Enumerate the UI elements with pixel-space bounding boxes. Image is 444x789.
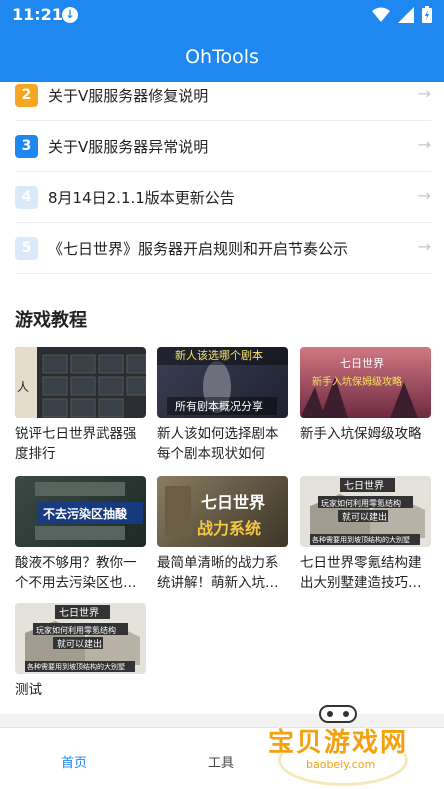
arrow-right-icon: → [417,135,431,154]
news-title: 关于V服服务器修复说明 [48,87,209,105]
thumb-text: 所有剧本概况分享 [175,399,263,413]
section-title: 游戏教程 [15,310,87,331]
watermark-logo: 宝贝游戏网 baobeiy.com [268,700,418,789]
tab-tools[interactable]: 工具 [208,752,234,771]
thumb-text: 新手入坑保姆级攻略 [312,375,402,388]
system-icons [372,6,432,23]
news-item[interactable]: 2 关于V服服务器修复说明 → [15,82,431,121]
card-thumbnail: 新人该选哪个剧本 所有剧本概况分享 [157,347,288,418]
status-bar: 11:21 ↓ [0,0,444,30]
tutorial-card[interactable]: 七日世界 玩家如何利用零氪结构 就可以建出 各种需要用到坡顶结构的大别墅 七日世… [300,476,431,593]
tutorial-card[interactable]: 新人该选哪个剧本 所有剧本概况分享 新人该如何选择剧本每个剧本现状如何 [157,347,288,464]
rank-badge: 3 [15,135,38,158]
tutorial-card[interactable]: 不去污染区抽酸 酸液不够用？教你一个不用去污染区也… [15,476,146,593]
news-item[interactable]: 3 关于V服服务器异常说明 → [15,121,431,172]
wifi-icon [372,7,390,22]
card-caption: 新人该如何选择剧本每个剧本现状如何 [157,426,279,462]
card-thumbnail: 七日世界 玩家如何利用零氪结构 就可以建出 各种需要用到坡顶结构的大别墅 [300,476,431,547]
card-thumbnail: 不去污染区抽酸 [15,476,146,547]
thumb-text: 不去污染区抽酸 [43,506,128,521]
signal-icon [398,6,414,23]
thumb-text: 战力系统 [197,519,261,538]
arrow-right-icon: → [417,237,431,256]
app-title: OhTools [185,46,259,68]
battery-icon [422,6,432,23]
thumb-text: 七日世界 [340,357,384,370]
arrow-right-icon: → [417,186,431,205]
thumb-text: 新人该选哪个剧本 [175,348,263,362]
news-item[interactable]: 5 《七日世界》服务器开启规则和开启节奏公示 → [15,223,431,274]
tutorial-card[interactable]: 七日世界 玩家如何利用零氪结构 就可以建出 各种需要用到坡顶结构的大别墅 测试 [15,603,146,700]
thumb-text: 各种需要用到坡顶结构的大别墅 [27,662,125,671]
card-thumbnail: 人 [15,347,146,418]
thumb-text: 玩家如何利用零氪结构 [36,625,116,635]
card-caption: 新手入坑保姆级攻略 [300,426,422,442]
main-content[interactable]: 2 关于V服服务器修复说明 → 3 关于V服服务器异常说明 → 4 8月14日2… [0,82,444,727]
card-thumbnail: 七日世界 新手入坑保姆级攻略 [300,347,431,418]
card-caption: 锐评七日世界武器强度排行 [15,426,137,462]
status-time: 11:21 [12,5,63,24]
watermark-url: baobeiy.com [306,758,376,771]
tutorial-card[interactable]: 七日世界 新手入坑保姆级攻略 新手入坑保姆级攻略 [300,347,431,444]
download-icon: ↓ [62,7,78,23]
news-title: 关于V服服务器异常说明 [48,138,209,156]
thumb-text: 就可以建出 [342,511,387,523]
thumb-text: 各种需要用到坡顶结构的大别墅 [312,535,410,544]
watermark-brand: 宝贝游戏网 [268,728,409,758]
tutorial-card[interactable]: 七日世界 战力系统 最简单清晰的战力系统讲解！萌新入坑… [157,476,288,593]
rank-badge: 4 [15,186,38,209]
tab-home[interactable]: 首页 [61,752,87,771]
thumb-text: 人 [17,380,29,394]
tutorial-section: 游戏教程 人 锐评七日世界武器强度排行 新人该选哪个剧本 所有剧本概况分享 新人… [0,294,444,714]
rank-badge: 2 [15,84,38,107]
card-caption: 最简单清晰的战力系统讲解！萌新入坑… [157,555,279,591]
thumb-text: 就可以建出 [57,638,102,650]
thumb-text: 七日世界 [201,493,265,512]
app-bar: OhTools [0,30,444,82]
card-caption: 七日世界零氪结构建出大别墅建造技巧… [300,555,422,591]
card-thumbnail: 七日世界 玩家如何利用零氪结构 就可以建出 各种需要用到坡顶结构的大别墅 [15,603,146,674]
rank-badge: 5 [15,237,38,260]
card-thumbnail: 七日世界 战力系统 [157,476,288,547]
thumb-text: 七日世界 [344,480,384,492]
card-caption: 测试 [15,682,42,698]
tutorial-card[interactable]: 人 锐评七日世界武器强度排行 [15,347,146,464]
arrow-right-icon: → [417,84,431,103]
thumb-text: 七日世界 [59,607,99,619]
news-title: 8月14日2.1.1版本更新公告 [48,189,235,207]
news-title: 《七日世界》服务器开启规则和开启节奏公示 [48,240,349,258]
news-item[interactable]: 4 8月14日2.1.1版本更新公告 → [15,172,431,223]
thumb-text: 玩家如何利用零氪结构 [321,498,401,508]
card-caption: 酸液不够用？教你一个不用去污染区也… [15,555,137,591]
gamepad-icon [319,705,357,723]
